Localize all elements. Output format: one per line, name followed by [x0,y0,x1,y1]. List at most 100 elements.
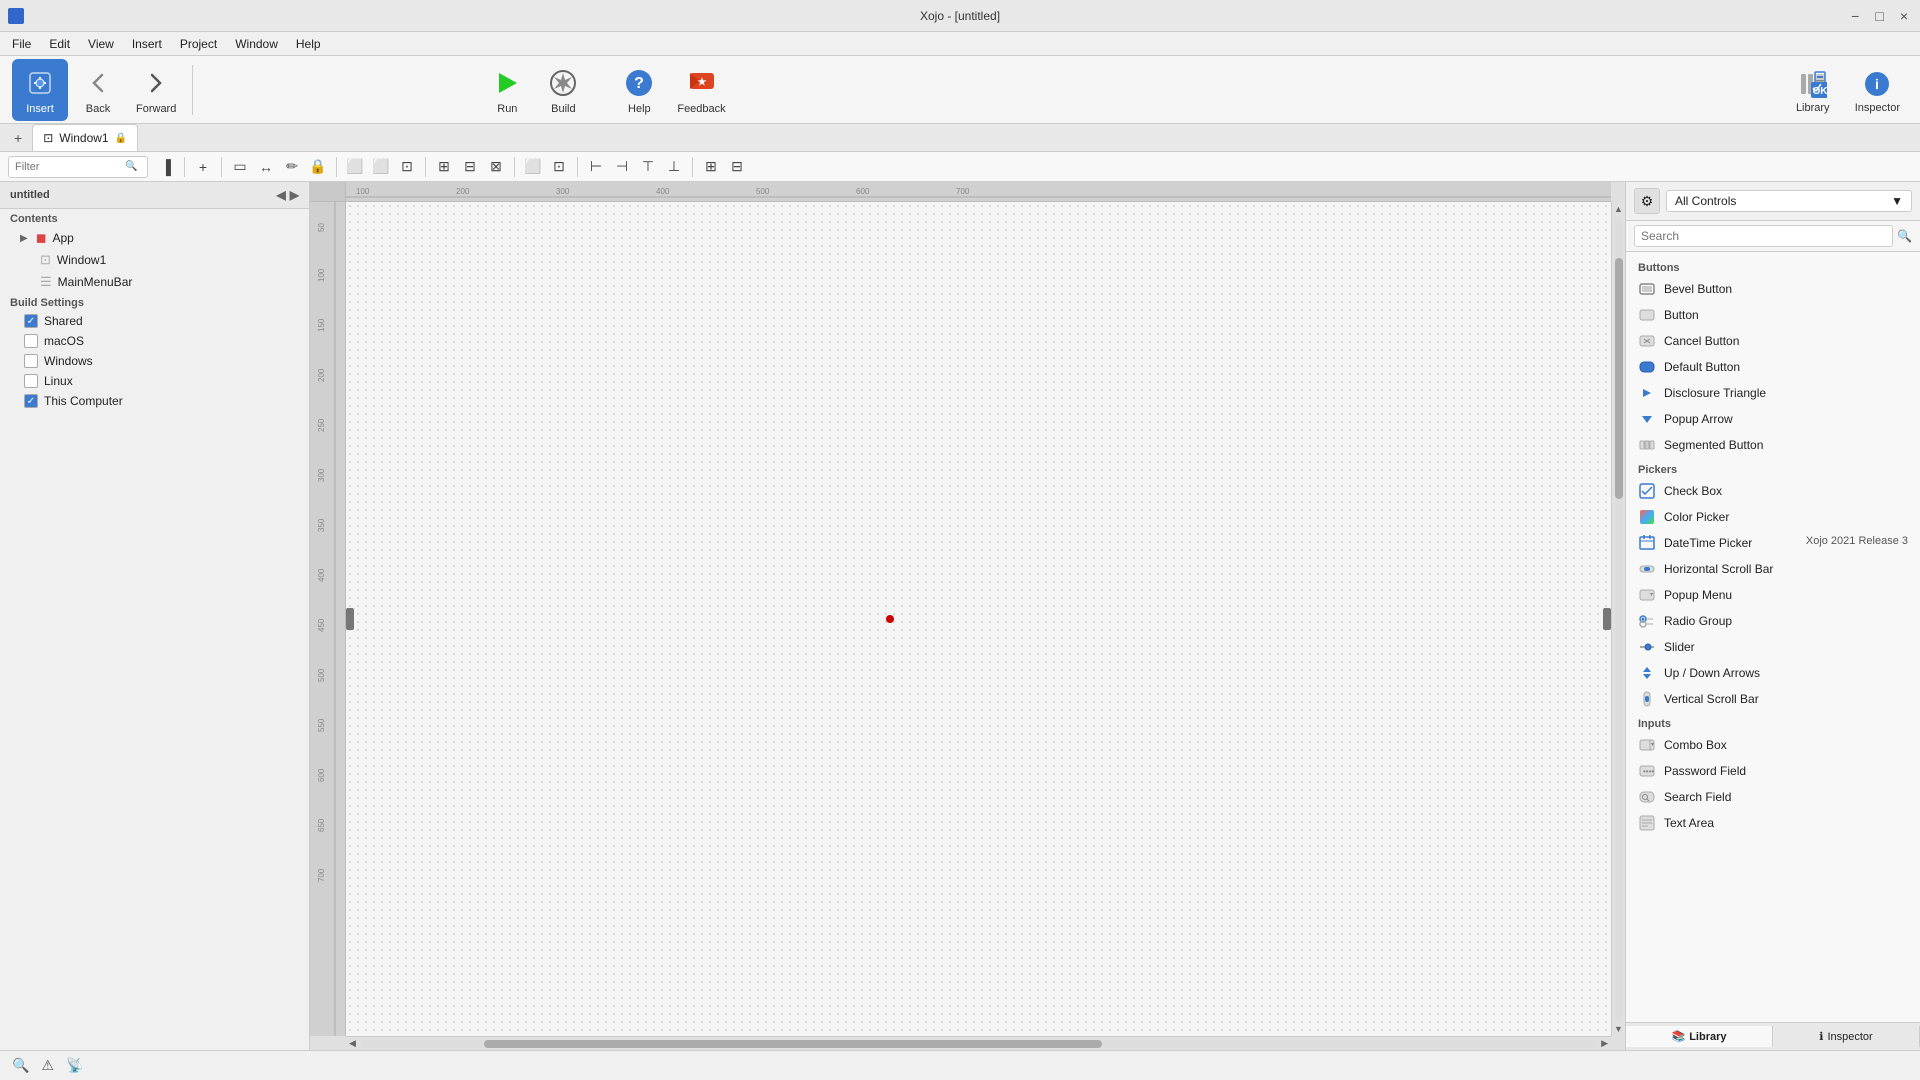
linux-check[interactable] [24,374,38,388]
back-button[interactable]: Back [72,61,124,119]
lock-tool[interactable]: 🔒 [306,155,330,179]
align-h-left[interactable]: ⊢ [584,155,608,179]
menu-edit[interactable]: Edit [41,35,78,53]
inspector-button[interactable]: i Inspector [1847,62,1908,118]
align-h-right[interactable]: ⊤ [636,155,660,179]
menu-window[interactable]: Window [227,35,286,53]
build-item-linux[interactable]: Linux [0,371,309,391]
control-password-field[interactable]: •••• Password Field [1626,758,1920,784]
control-color-picker[interactable]: Color Picker [1626,504,1920,530]
canvas-handle-left[interactable] [346,608,354,630]
bottom-warning-icon[interactable]: ⚠ [41,1057,54,1074]
bottom-signal-icon[interactable]: 📡 [66,1057,83,1074]
tree-item-app[interactable]: ▶ ◼ App [0,227,309,249]
distribute-h[interactable]: ⊠ [484,155,508,179]
feedback-button[interactable]: ★ Feedback [669,61,733,119]
v-scroll-thumb[interactable] [1615,258,1623,499]
run-button[interactable]: Run [481,61,533,119]
control-check-box[interactable]: Check Box [1626,478,1920,504]
edit-tool[interactable]: ✏ [280,155,304,179]
close-button[interactable]: × [1896,8,1912,24]
control-radio-group[interactable]: Radio Group [1626,608,1920,634]
dock-tool[interactable]: ⊡ [395,155,419,179]
macos-check[interactable] [24,334,38,348]
tree-item-mainmenubar[interactable]: ☰ MainMenuBar [0,271,309,293]
control-cancel-button[interactable]: Cancel Button [1626,328,1920,354]
group-tool[interactable]: ⊞ [432,155,456,179]
tool-btn-1[interactable]: ▐ [154,155,178,179]
control-bevel-button[interactable]: Bevel Button [1626,276,1920,302]
control-vertical-scrollbar[interactable]: Vertical Scroll Bar [1626,686,1920,712]
forward-button[interactable]: Forward [128,61,184,119]
controls-dropdown-label: All Controls [1675,194,1736,208]
window-tab-icon: ⊡ [43,131,53,145]
size-control[interactable]: ⬜ [521,155,545,179]
control-search-field[interactable]: Search Field [1626,784,1920,810]
control-popup-menu[interactable]: Popup Menu [1626,582,1920,608]
gear-button[interactable]: ⚙ [1634,188,1660,214]
control-button[interactable]: Button [1626,302,1920,328]
control-default-button[interactable]: Default Button [1626,354,1920,380]
minimize-button[interactable]: − [1847,8,1863,24]
maximize-button[interactable]: □ [1871,8,1887,24]
svg-text:OK: OK [1812,86,1827,97]
menu-file[interactable]: File [4,35,39,53]
secondary-toolbar: 🔍 ▐ + ▭ ↔ ✏ 🔒 ⬜ ⬜ ⊡ ⊞ ⊟ ⊠ ⬜ ⊡ ⊢ ⊣ ⊤ ⊥ ⊞ … [0,152,1920,182]
horizontal-scrollbar[interactable]: ◀ ▶ [346,1036,1611,1050]
menu-project[interactable]: Project [172,35,225,53]
inspector-tab[interactable]: ℹ Inspector [1773,1026,1920,1047]
controls-search-input[interactable] [1634,225,1893,247]
build-item-thiscomputer[interactable]: ✓ This Computer [0,391,309,411]
control-segmented-button[interactable]: Segmented Button [1626,432,1920,458]
add-control-button[interactable]: + [191,155,215,179]
filter-input[interactable] [15,161,125,173]
control-slider[interactable]: Slider [1626,634,1920,660]
ungroup-tool[interactable]: ⊟ [458,155,482,179]
build-item-windows[interactable]: Windows [0,351,309,371]
align-v-top[interactable]: ⊥ [662,155,686,179]
tree-item-window1[interactable]: ⊡ Window1 [0,249,309,271]
h-scroll-thumb[interactable] [484,1040,1102,1048]
panel-nav-prev[interactable]: ◀ [277,188,286,202]
back-label: Back [86,103,110,115]
build-item-macos[interactable]: macOS [0,331,309,351]
size-control-2[interactable]: ⊡ [547,155,571,179]
add-tab-button[interactable]: + [8,124,28,151]
resize-tool[interactable]: ↔ [254,155,278,179]
insert-button[interactable]: Insert [12,59,68,121]
control-popup-arrow[interactable]: Popup Arrow [1626,406,1920,432]
align-h-center[interactable]: ⊣ [610,155,634,179]
filter-search-icon: 🔍 [125,161,137,172]
library-button[interactable]: OK Library [1787,62,1839,118]
menu-view[interactable]: View [80,35,122,53]
control-disclosure-triangle[interactable]: Disclosure Triangle [1626,380,1920,406]
control-text-area[interactable]: Text Area [1626,810,1920,836]
canvas-content[interactable] [346,202,1611,1036]
canvas-handle-right[interactable] [1603,608,1611,630]
filter-box[interactable]: 🔍 [8,156,148,178]
vertical-scrollbar[interactable]: ▲ ▼ [1611,202,1625,1036]
snap-tool[interactable]: ⊞ [699,155,723,179]
shared-check[interactable]: ✓ [24,314,38,328]
controls-dropdown[interactable]: All Controls ▼ [1666,190,1912,212]
menu-help[interactable]: Help [288,35,329,53]
windows-check[interactable] [24,354,38,368]
align-left[interactable]: ⬜ [343,155,367,179]
thiscomputer-check[interactable]: ✓ [24,394,38,408]
control-horizontal-scrollbar[interactable]: Horizontal Scroll Bar [1626,556,1920,582]
build-button[interactable]: Build [537,61,589,119]
window1-tab[interactable]: ⊡ Window1 🔒 [32,124,138,151]
control-combo-box[interactable]: Combo Box [1626,732,1920,758]
svg-text:300: 300 [317,468,326,482]
build-item-shared[interactable]: ✓ Shared [0,311,309,331]
help-button[interactable]: ? Help [613,61,665,119]
menu-insert[interactable]: Insert [124,35,170,53]
control-up-down-arrows[interactable]: Up / Down Arrows [1626,660,1920,686]
grid-tool[interactable]: ⊟ [725,155,749,179]
bevel-button-icon [1638,280,1656,298]
library-tab[interactable]: 📚 Library [1626,1026,1773,1047]
panel-nav-next[interactable]: ▶ [290,188,299,202]
select-tool[interactable]: ▭ [228,155,252,179]
align-center-v[interactable]: ⬜ [369,155,393,179]
bottom-search-icon[interactable]: 🔍 [12,1057,29,1074]
